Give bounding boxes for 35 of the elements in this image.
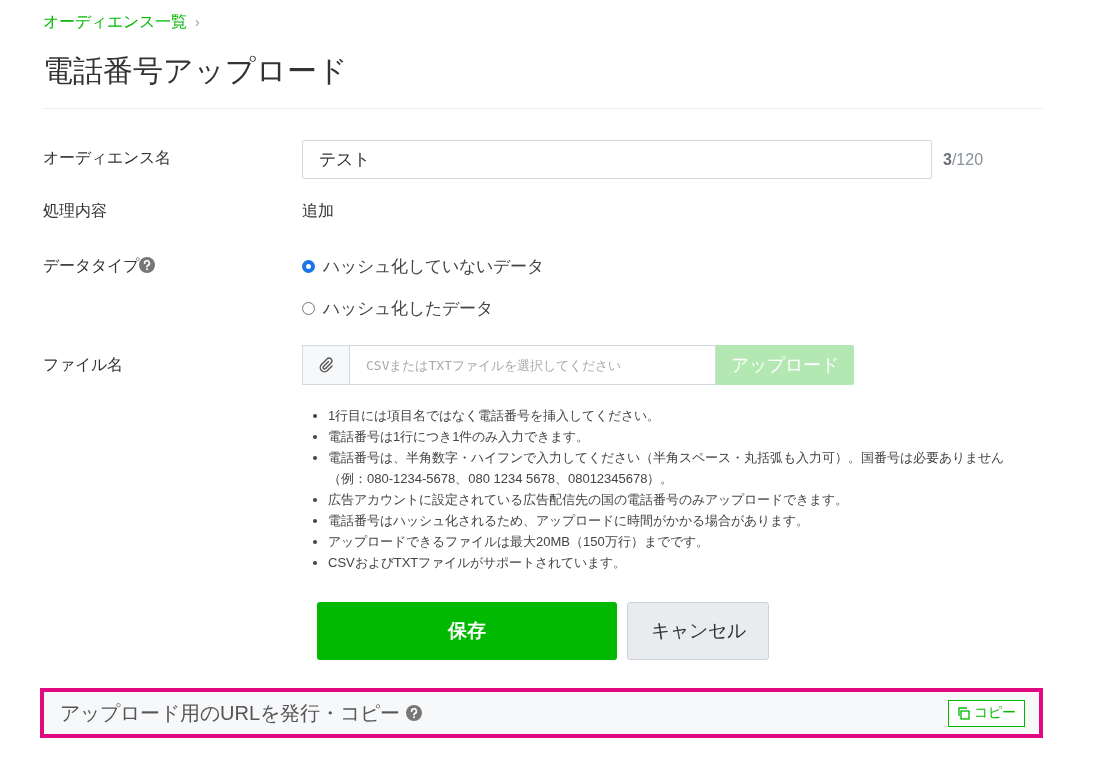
radio-option[interactable]: ハッシュ化したデータ: [302, 296, 1043, 320]
help-icon[interactable]: [139, 257, 155, 273]
field-value: 追加: [302, 202, 334, 219]
file-name-field[interactable]: CSVまたはTXTファイルを選択してください: [349, 345, 716, 385]
note-text: 電話番号は1行につき1件のみ入力できます。: [328, 428, 590, 446]
note-text: 電話番号は、半角数字・ハイフンで入力してください（半角スペース・丸括弧も入力可）。国番号は必要ありません（例：080-1234-5678、080 1234 5678、08012345678）。: [328, 449, 1005, 488]
note-text: 1行目には項目名ではなく電話番号を挿入してください。: [328, 407, 661, 425]
help-icon[interactable]: [406, 705, 422, 721]
radio-button[interactable]: [302, 259, 315, 273]
audience-name-field[interactable]: テスト: [302, 140, 932, 179]
field-label: データタイプ: [43, 257, 139, 274]
bullet-icon: [313, 456, 317, 460]
note-text: 電話番号はハッシュ化されるため、アップロードに時間がかかる場合があります。: [328, 512, 809, 530]
bullet-icon: [313, 498, 317, 502]
bullet-icon: [313, 561, 317, 565]
note-text: CSVおよびTXTファイルがサポートされています。: [328, 554, 627, 572]
field-label: 処理内容: [43, 202, 107, 219]
field-label: オーディエンス名: [43, 149, 171, 166]
attach-button[interactable]: [302, 345, 349, 385]
bullet-icon: [313, 414, 317, 418]
bullet-icon: [313, 519, 317, 523]
breadcrumb-separator: ›: [195, 14, 200, 30]
bullet-icon: [313, 540, 317, 544]
cancel-button[interactable]: キャンセル: [627, 602, 769, 660]
paperclip-icon: [318, 357, 334, 373]
character-counter: 3/120: [943, 150, 984, 169]
field-label: ファイル名: [43, 356, 123, 373]
page-title: 電話番号アップロード: [43, 53, 349, 89]
bullet-icon: [313, 435, 317, 439]
radio-option[interactable]: ハッシュ化していないデータ: [302, 254, 1043, 278]
note-text: アップロードできるファイルは最大20MB（150万行）までです。: [328, 533, 709, 551]
note-text: 広告アカウントに設定されている広告配信先の国の電話番号のみアップロードできます。: [328, 491, 848, 509]
section-title: アップロード用のURLを発行・コピー: [60, 700, 400, 726]
copy-icon: [957, 706, 970, 720]
radio-button[interactable]: [302, 301, 315, 315]
